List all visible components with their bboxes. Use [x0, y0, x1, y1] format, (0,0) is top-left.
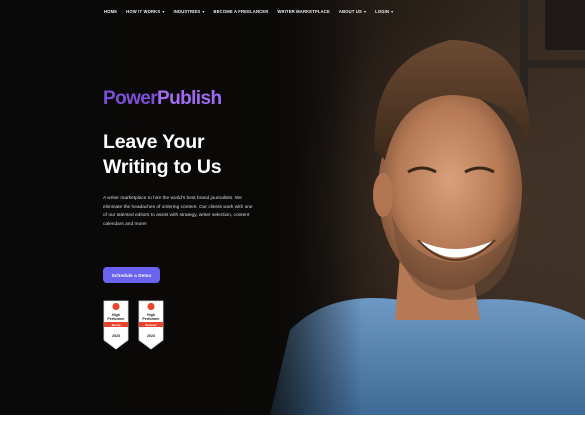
page: Home How it Works ▾ Industries ▾ Become a … — [0, 0, 585, 421]
nav-login-label: Login — [375, 9, 390, 14]
nav-writer-marketplace[interactable]: Writer Marketplace — [277, 9, 329, 14]
hero-headline-line2: Writing to Us — [103, 156, 222, 178]
hero-section: Home How it Works ▾ Industries ▾ Become a … — [0, 0, 585, 415]
nav-become-freelancer[interactable]: Become a Freelancer — [214, 9, 269, 14]
g2-badge-summer: High Performer Summer 2023 — [138, 300, 164, 350]
chevron-down-icon: ▾ — [391, 8, 394, 14]
hero-headline: Leave Your Writing to Us — [103, 130, 303, 180]
brand-logo[interactable]: PowerPublish — [103, 88, 222, 110]
nav-become-freelancer-label: Become a Freelancer — [213, 9, 269, 14]
nav-how-it-works-label: How it Works — [126, 9, 161, 14]
top-nav: Home How it Works ▾ Industries ▾ Become a … — [104, 9, 393, 14]
nav-about-us[interactable]: About Us ▾ — [339, 9, 366, 14]
nav-home[interactable]: Home — [104, 9, 117, 14]
badge-year: 2023 — [112, 334, 120, 338]
chevron-down-icon: ▾ — [202, 8, 205, 14]
badge-title: High Performer — [107, 313, 125, 321]
badge-season: Spring — [111, 323, 121, 327]
hero-headline-line1: Leave Your — [103, 131, 205, 153]
chevron-down-icon: ▾ — [162, 8, 165, 14]
badge-season: Summer — [145, 323, 157, 327]
nav-how-it-works[interactable]: How it Works ▾ — [126, 9, 164, 14]
hero-description: A writer marketplace to hire the world's… — [103, 196, 253, 227]
page-bottom-edge — [0, 415, 585, 421]
g2-badge-spring: High Performer Spring 2023 — [103, 300, 129, 350]
nav-industries-label: Industries — [173, 9, 201, 14]
chevron-down-icon: ▾ — [363, 8, 367, 14]
schedule-demo-button[interactable]: Schedule a Demo — [103, 267, 160, 283]
nav-about-us-label: About Us — [338, 9, 362, 14]
nav-login[interactable]: Login ▾ — [375, 9, 393, 14]
brand-logo-part1: Power — [103, 88, 158, 109]
badge-title: High Performer — [142, 313, 160, 321]
badge-year: 2023 — [147, 334, 155, 338]
nav-writer-marketplace-label: Writer Marketplace — [277, 9, 330, 14]
nav-industries[interactable]: Industries ▾ — [173, 9, 204, 14]
nav-home-label: Home — [104, 9, 118, 14]
hero-photo — [0, 0, 585, 415]
brand-logo-part2: Publish — [157, 88, 222, 109]
award-badges: High Performer Spring 2023 High Performe… — [103, 300, 164, 350]
